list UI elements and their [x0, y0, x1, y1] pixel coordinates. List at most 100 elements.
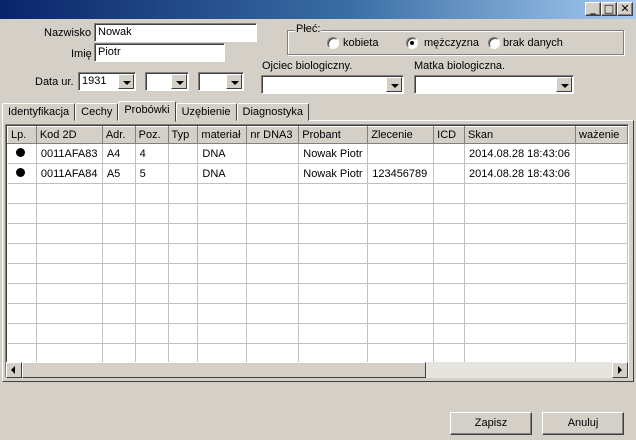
row-indicator-icon	[15, 147, 25, 157]
scroll-thumb[interactable]	[22, 362, 426, 378]
table-cell	[298, 243, 369, 264]
maximize-button[interactable]: □	[601, 2, 617, 16]
column-header[interactable]: Skan	[464, 126, 577, 144]
table-row-empty[interactable]	[7, 343, 628, 364]
gender-option-female: kobieta	[343, 37, 379, 49]
table-cell	[102, 203, 136, 224]
column-header[interactable]: Probant	[298, 126, 369, 144]
column-header[interactable]: Lp.	[7, 126, 37, 144]
chevron-down-icon[interactable]	[118, 74, 134, 89]
table-cell	[197, 183, 248, 204]
table-row-empty[interactable]	[7, 203, 628, 224]
tab-probowki[interactable]: Probówki	[118, 101, 176, 122]
table-row-empty[interactable]	[7, 323, 628, 344]
column-header[interactable]: Adr.	[101, 126, 136, 144]
birth-year-select[interactable]: 1931	[78, 72, 136, 91]
table-cell	[7, 203, 37, 224]
surname-field[interactable]: Nowak	[94, 23, 257, 42]
table-cell: Nowak Piotr	[298, 163, 369, 184]
chevron-down-icon[interactable]	[171, 74, 187, 89]
gender-radio-unknown[interactable]	[488, 37, 500, 49]
table-cell	[7, 323, 37, 344]
table-cell: 123456789	[367, 163, 435, 184]
tab-uzebienie[interactable]: Uzębienie	[175, 103, 237, 121]
table-row-empty[interactable]	[7, 303, 628, 324]
table-cell	[36, 223, 103, 244]
table-cell	[575, 163, 628, 184]
table-row-empty[interactable]	[7, 243, 628, 264]
save-button[interactable]: Zapisz	[450, 412, 532, 435]
birth-day-select[interactable]	[198, 72, 244, 91]
table-cell	[298, 183, 369, 204]
first-name-field[interactable]: Piotr	[94, 43, 225, 62]
table-row-empty[interactable]	[7, 263, 628, 284]
column-header[interactable]: Kod 2D	[35, 126, 103, 144]
chevron-down-icon[interactable]	[556, 77, 572, 92]
table-cell	[433, 303, 466, 324]
gender-option-unknown: brak danych	[503, 37, 563, 49]
tab-identyfikacja[interactable]: Identyfikacja	[2, 103, 76, 121]
table-row-empty[interactable]	[7, 283, 628, 304]
table-cell	[168, 163, 199, 184]
table-row-empty[interactable]	[7, 223, 628, 244]
table-cell	[102, 283, 136, 304]
table-cell: 2014.08.28 18:43:06	[464, 143, 577, 164]
table-cell	[197, 243, 248, 264]
table-cell	[36, 343, 103, 364]
table-cell	[36, 303, 103, 324]
table-cell	[168, 303, 199, 324]
scroll-left-button[interactable]	[6, 362, 22, 378]
father-select[interactable]	[261, 75, 404, 94]
tab-cechy[interactable]: Cechy	[75, 103, 119, 121]
column-header[interactable]: materiał	[197, 126, 248, 144]
table-cell	[575, 243, 628, 264]
mother-select[interactable]	[414, 75, 574, 94]
table-cell	[246, 263, 300, 284]
table-cell	[246, 303, 300, 324]
close-button[interactable]: ✕	[617, 2, 633, 16]
table-row[interactable]: 0011AFA84 A5 5 DNA Nowak Piotr 123456789 2014.…	[7, 163, 628, 184]
table-cell	[575, 183, 628, 204]
table-cell	[7, 263, 37, 284]
gender-radio-male[interactable]	[406, 37, 418, 49]
table-cell	[168, 223, 199, 244]
column-header[interactable]: nr DNA3	[246, 126, 300, 144]
cancel-button[interactable]: Anuluj	[542, 412, 624, 435]
table-cell	[102, 343, 136, 364]
table-cell	[433, 203, 466, 224]
scroll-right-button[interactable]	[612, 362, 628, 378]
table-cell	[135, 223, 169, 244]
horizontal-scrollbar[interactable]	[6, 362, 628, 378]
table-cell	[246, 323, 300, 344]
father-label: Ojciec biologiczny.	[262, 60, 353, 72]
table-cell	[367, 303, 435, 324]
table-cell	[298, 203, 369, 224]
birth-year-value: 1931	[82, 75, 107, 87]
gender-radio-female[interactable]	[327, 37, 339, 49]
table-cell	[102, 183, 136, 204]
column-header[interactable]: Poz.	[134, 126, 169, 144]
column-header[interactable]: Zlecenie	[367, 126, 435, 144]
table-cell	[168, 263, 199, 284]
table-cell	[36, 283, 103, 304]
minimize-button[interactable]: _	[585, 2, 601, 16]
column-header[interactable]: ważenie	[575, 126, 628, 144]
table-cell	[575, 283, 628, 304]
table-cell	[246, 163, 300, 184]
column-header[interactable]: ICD	[433, 126, 466, 144]
birth-month-select[interactable]	[145, 72, 189, 91]
table-cell	[36, 263, 103, 284]
samples-table-grid: Lp. Kod 2D Adr. Poz. Typ materiał nr DNA3 Proba…	[7, 126, 628, 377]
table-row[interactable]: 0011AFA83 A4 4 DNA Nowak Piotr 2014.08.28 18:…	[7, 143, 628, 164]
table-cell	[575, 343, 628, 364]
tab-diagnostyka[interactable]: Diagnostyka	[236, 103, 310, 121]
chevron-down-icon[interactable]	[386, 77, 402, 92]
table-cell	[246, 143, 300, 164]
table-row-empty[interactable]	[7, 183, 628, 204]
table-cell	[433, 143, 466, 164]
chevron-down-icon[interactable]	[226, 74, 242, 89]
table-cell	[464, 203, 577, 224]
column-header[interactable]: Typ	[167, 126, 199, 144]
table-cell	[464, 223, 577, 244]
table-cell	[197, 343, 248, 364]
